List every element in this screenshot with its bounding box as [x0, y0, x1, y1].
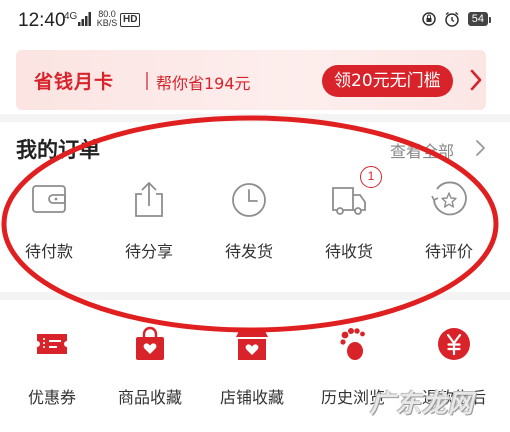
status-bar: 12:40 4G 80.0 KB/S HD 54 [0, 0, 510, 44]
coupon-icon [37, 334, 67, 354]
order-label: 待收货 [324, 242, 373, 261]
promo-subtitle: 帮你省194元 [156, 74, 251, 93]
favorite-store-icon [236, 329, 268, 360]
claim-coupon-button[interactable]: 领20元无门槛 [322, 65, 453, 97]
clock-icon [232, 183, 266, 217]
orders-title: 我的订单 [16, 138, 100, 162]
grid-label: 商品收藏 [117, 388, 182, 407]
coupons-entry[interactable]: 优惠券 [2, 324, 102, 414]
order-pending-payment[interactable]: 待付款 [4, 178, 94, 268]
promo-banner[interactable]: 省钱月卡 帮你省194元 领20元无门槛 [16, 50, 486, 110]
lock-icon [422, 12, 436, 26]
order-label: 待评价 [424, 242, 473, 261]
hd-badge: HD [120, 13, 141, 27]
battery-indicator: 54 [467, 12, 492, 26]
grid-label: 优惠券 [27, 388, 76, 407]
refund-icon [438, 328, 470, 360]
order-count-badge: 1 [360, 166, 382, 188]
order-pending-shipment[interactable]: 待发货 [204, 178, 294, 268]
promo-title: 省钱月卡 [34, 71, 115, 93]
share-icon [135, 182, 163, 217]
order-pending-receipt[interactable]: 1 待收货 [304, 166, 394, 268]
order-pending-share[interactable]: 待分享 [104, 178, 194, 268]
review-icon [431, 181, 467, 216]
truck-icon [332, 187, 366, 215]
chevron-right-icon[interactable] [474, 138, 488, 158]
status-right: 54 [422, 11, 492, 27]
network-type: 4G [64, 11, 78, 22]
view-all-orders-link[interactable]: 查看全部 [390, 138, 454, 162]
order-label: 待分享 [124, 242, 173, 261]
watermark-text: 广东龙网 [370, 389, 475, 418]
wallet-icon [32, 185, 66, 213]
section-divider [0, 292, 510, 300]
alarm-icon [445, 11, 459, 27]
favorite-stores-entry[interactable]: 店铺收藏 [202, 324, 302, 414]
favorite-bag-icon [136, 326, 164, 360]
chevron-right-icon[interactable] [468, 67, 484, 93]
promo-divider [146, 72, 148, 90]
grid-label: 店铺收藏 [219, 388, 284, 407]
order-label: 待付款 [24, 242, 73, 261]
favorite-products-entry[interactable]: 商品收藏 [100, 324, 200, 414]
footprint-icon [340, 328, 365, 360]
status-time: 12:40 [18, 10, 66, 31]
net-speed-unit: KB/S [96, 18, 118, 28]
order-pending-review[interactable]: 待评价 [404, 178, 494, 268]
net-speed: 80.0 KB/S [96, 10, 118, 28]
signal-icon [78, 12, 91, 26]
order-label: 待发货 [224, 242, 273, 261]
section-divider [0, 114, 510, 122]
